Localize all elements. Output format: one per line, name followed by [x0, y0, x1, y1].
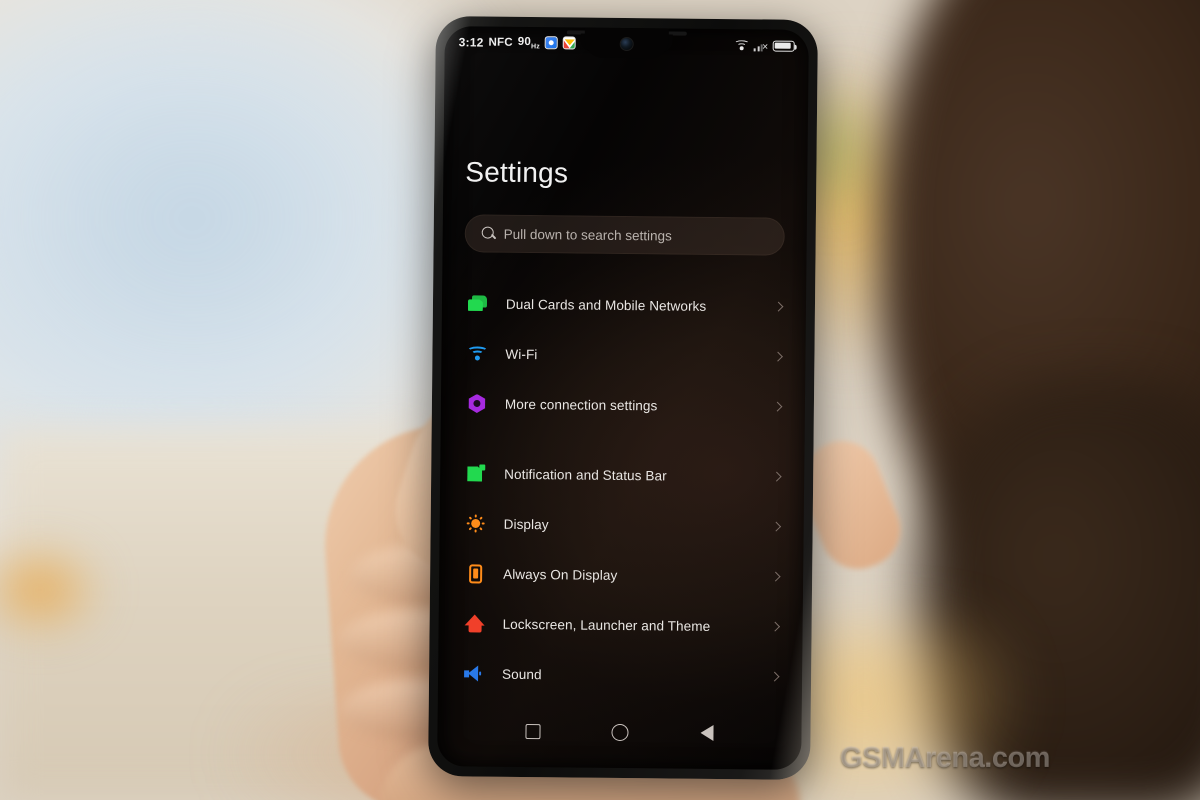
status-bar-right: ✕	[733, 39, 795, 52]
phone-screen[interactable]: 3:12 NFC 90Hz ✕ Settings Pull down to se…	[437, 26, 809, 770]
background-lampshade	[0, 0, 500, 430]
chevron-right-icon	[771, 521, 782, 532]
settings-screen: Settings Pull down to search settings Du…	[437, 58, 808, 770]
chevron-right-icon	[772, 401, 783, 412]
triangle-back-icon[interactable]	[701, 725, 714, 741]
settings-item-dual-cards[interactable]: Dual Cards and Mobile Networks	[464, 278, 785, 331]
settings-item-always-on-display[interactable]: Always On Display	[461, 548, 782, 601]
background-warm-light	[0, 545, 100, 635]
circle-home-icon[interactable]	[611, 723, 630, 741]
smartphone-device: 3:12 NFC 90Hz ✕ Settings Pull down to se…	[428, 16, 818, 780]
sun-icon	[462, 513, 490, 533]
signal-no-sim-icon: ✕	[753, 40, 769, 51]
settings-item-label: Display	[503, 516, 549, 532]
chevron-right-icon	[772, 351, 783, 362]
settings-item-wifi[interactable]: Wi-Fi	[463, 328, 784, 381]
settings-item-label: Notification and Status Bar	[504, 466, 667, 483]
chevron-right-icon	[769, 671, 780, 682]
house-icon	[461, 614, 489, 632]
photo-scene: 3:12 NFC 90Hz ✕ Settings Pull down to se…	[0, 0, 1200, 800]
chevron-right-icon	[770, 621, 781, 632]
settings-app-icon	[544, 36, 559, 50]
watermark: GSMArena.com	[840, 742, 1050, 774]
chevron-right-icon	[771, 471, 782, 482]
chevron-right-icon	[770, 571, 781, 582]
status-bar-left: 3:12 NFC 90Hz	[458, 35, 577, 51]
refresh-rate-value: 90	[517, 35, 532, 48]
chevron-right-icon	[773, 301, 784, 312]
sim-cards-icon	[464, 294, 492, 312]
page-title: Settings	[465, 156, 569, 189]
battery-icon	[772, 40, 795, 52]
status-nfc-label: NFC	[488, 36, 513, 49]
settings-item-label: Sound	[502, 666, 542, 682]
gmail-icon	[562, 36, 577, 50]
settings-item-label: Lockscreen, Launcher and Theme	[502, 616, 711, 634]
settings-item-lockscreen-launcher-theme[interactable]: Lockscreen, Launcher and Theme	[460, 598, 781, 651]
search-input[interactable]: Pull down to search settings	[464, 214, 785, 256]
aod-icon	[461, 563, 489, 584]
search-icon	[482, 227, 496, 241]
settings-list: Dual Cards and Mobile Networks Wi-Fi Mor…	[460, 278, 784, 701]
hexagon-icon	[463, 394, 491, 413]
settings-item-label: Always On Display	[503, 566, 618, 583]
settings-item-display[interactable]: Display	[461, 498, 782, 551]
wifi-icon	[463, 345, 491, 361]
square-recents-icon[interactable]	[525, 723, 541, 739]
settings-item-label: Wi-Fi	[505, 346, 538, 362]
settings-item-sound[interactable]: Sound	[460, 648, 781, 701]
settings-item-label: More connection settings	[504, 396, 658, 413]
wifi-icon	[733, 39, 749, 51]
settings-item-notification-status-bar[interactable]: Notification and Status Bar	[462, 448, 783, 501]
status-clock: 3:12	[458, 35, 484, 50]
settings-item-more-connection[interactable]: More connection settings	[463, 378, 784, 431]
notification-icon	[462, 464, 490, 482]
status-bar: 3:12 NFC 90Hz ✕	[445, 26, 809, 62]
search-placeholder: Pull down to search settings	[503, 226, 672, 244]
status-refresh-rate: 90Hz	[518, 36, 540, 51]
refresh-rate-unit: Hz	[530, 43, 540, 51]
android-navigation-bar	[437, 708, 801, 756]
speaker-icon	[460, 665, 488, 681]
settings-item-label: Dual Cards and Mobile Networks	[505, 296, 707, 314]
